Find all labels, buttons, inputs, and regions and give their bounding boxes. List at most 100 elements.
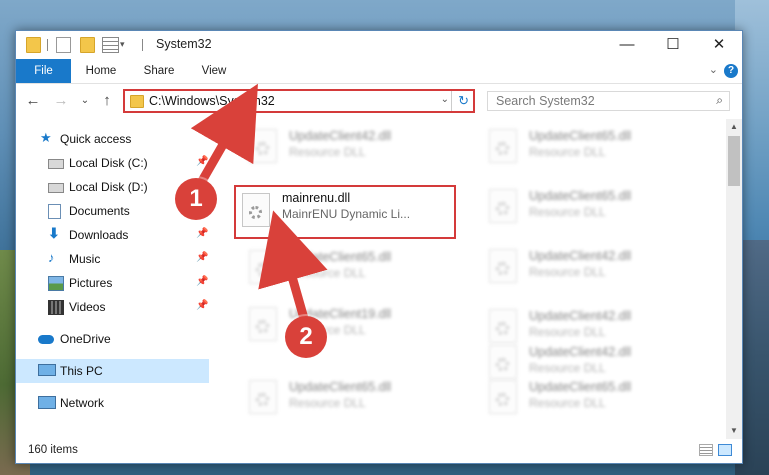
file-type: Resource DLL xyxy=(289,145,366,159)
folder-icon xyxy=(26,37,41,53)
sidebar-item-this-pc[interactable]: This PC xyxy=(16,359,209,383)
status-bar: 160 items xyxy=(16,439,742,463)
list-item[interactable]: UpdateClient42.dll Resource DLL xyxy=(479,243,699,291)
dll-file-icon xyxy=(489,189,517,223)
file-type: Resource DLL xyxy=(529,396,606,410)
file-name: UpdateClient65.dll xyxy=(289,380,392,394)
dll-file-icon xyxy=(242,193,270,227)
vertical-scrollbar[interactable]: ▲ ▼ xyxy=(726,119,742,439)
file-name: UpdateClient65.dll xyxy=(289,250,392,264)
details-view-icon[interactable] xyxy=(699,444,713,456)
list-item[interactable]: UpdateClient65.dll Resource DLL xyxy=(239,244,459,292)
minimize-button[interactable]: — xyxy=(604,31,650,59)
sidebar-item-downloads[interactable]: ⬇ Downloads 📌 xyxy=(16,223,209,247)
window-title: System32 xyxy=(156,37,212,51)
dll-file-icon xyxy=(249,129,277,163)
help-icon[interactable]: ? xyxy=(724,64,738,78)
sidebar-item-onedrive[interactable]: OneDrive xyxy=(16,327,209,351)
list-item[interactable]: UpdateClient65.dll Resource DLL xyxy=(479,183,699,231)
address-dropdown-icon[interactable]: ⌄ xyxy=(441,94,449,105)
navigation-bar: ← → ⌄ ↑ C:\Windows\System32 ⌄ ↻ Search S… xyxy=(16,84,742,118)
pin-icon[interactable]: 📌 xyxy=(196,276,208,287)
sidebar-item-label: Downloads xyxy=(69,228,129,242)
list-item[interactable]: UpdateClient42.dll Resource DLL xyxy=(239,123,459,171)
dll-file-icon xyxy=(249,307,277,341)
back-button[interactable]: ← xyxy=(24,92,42,110)
search-placeholder: Search System32 xyxy=(496,94,595,108)
sidebar-item-label: Music xyxy=(69,252,101,266)
new-folder-icon[interactable] xyxy=(80,37,95,53)
file-type: Resource DLL xyxy=(529,145,606,159)
file-name: UpdateClient42.dll xyxy=(529,309,632,323)
download-icon: ⬇ xyxy=(48,225,60,241)
search-input[interactable]: Search System32 ⌕ xyxy=(487,91,730,111)
file-explorer-window: ▾ System32 — ☐ ✕ File Home Share View ⌄ … xyxy=(15,30,743,464)
videos-icon xyxy=(48,300,64,315)
drive-icon xyxy=(48,183,64,193)
file-name: UpdateClient65.dll xyxy=(529,380,632,394)
scroll-down-icon[interactable]: ▼ xyxy=(726,423,742,439)
up-button[interactable]: ↑ xyxy=(98,92,116,110)
tab-file[interactable]: File xyxy=(16,59,71,83)
star-icon: ★ xyxy=(40,130,52,145)
file-name: mainrenu.dll xyxy=(282,191,351,205)
maximize-button[interactable]: ☐ xyxy=(650,31,696,59)
scrollbar-thumb[interactable] xyxy=(728,136,740,186)
sidebar-item-quick-access[interactable]: ★ Quick access xyxy=(16,127,209,151)
sidebar-item-label: Videos xyxy=(69,300,106,314)
file-list: UpdateClient42.dll Resource DLL mainrenu… xyxy=(211,119,726,439)
tab-view[interactable]: View xyxy=(192,59,236,83)
list-item[interactable]: UpdateClient65.dll Resource DLL xyxy=(239,374,459,422)
pin-icon[interactable]: 📌 xyxy=(196,252,208,263)
toolbar-dropdown-icon[interactable]: ▾ xyxy=(120,39,125,50)
sidebar-item-music[interactable]: ♪ Music 📌 xyxy=(16,247,209,271)
properties-icon[interactable] xyxy=(56,37,71,53)
large-icons-view-icon[interactable] xyxy=(718,444,732,456)
sidebar-item-videos[interactable]: Videos 📌 xyxy=(16,295,209,319)
pin-icon[interactable]: 📌 xyxy=(196,300,208,311)
item-count: 160 items xyxy=(28,444,78,456)
forward-button[interactable]: → xyxy=(52,92,70,110)
dll-file-icon xyxy=(489,129,517,163)
dll-file-icon xyxy=(489,309,517,343)
dll-file-icon xyxy=(249,250,277,284)
expand-ribbon-icon[interactable]: ⌄ xyxy=(709,63,718,76)
sidebar-item-pictures[interactable]: Pictures 📌 xyxy=(16,271,209,295)
close-button[interactable]: ✕ xyxy=(696,31,742,59)
search-icon[interactable]: ⌕ xyxy=(716,93,723,108)
refresh-icon[interactable]: ↻ xyxy=(458,93,469,109)
address-bar[interactable]: C:\Windows\System32 ⌄ ↻ xyxy=(123,89,475,113)
pin-icon[interactable]: 📌 xyxy=(196,156,208,167)
sidebar-item-label: Local Disk (C:) xyxy=(69,156,148,170)
file-type: Resource DLL xyxy=(529,325,606,339)
sidebar-item-label: This PC xyxy=(60,364,103,378)
customize-toolbar-icon[interactable] xyxy=(102,37,119,53)
file-type: Resource DLL xyxy=(289,266,366,280)
sidebar-item-local-disk-c[interactable]: Local Disk (C:) 📌 xyxy=(16,151,209,175)
address-separator xyxy=(451,91,452,111)
file-name: UpdateClient65.dll xyxy=(529,129,632,143)
sidebar-item-network[interactable]: Network xyxy=(16,391,209,415)
sidebar-item-label: Documents xyxy=(69,204,130,218)
list-item[interactable]: UpdateClient65.dll Resource DLL xyxy=(479,123,699,171)
title-bar: ▾ System32 — ☐ ✕ xyxy=(16,31,742,59)
list-item-mainrenu-dll[interactable]: mainrenu.dll MainrENU Dynamic Li... xyxy=(234,185,456,239)
step-2-badge: 2 xyxy=(285,316,327,358)
tab-share[interactable]: Share xyxy=(134,59,184,83)
list-item[interactable]: UpdateClient65.dll Resource DLL xyxy=(479,374,699,422)
sidebar-item-label: Quick access xyxy=(60,132,132,146)
file-type: Resource DLL xyxy=(289,396,366,410)
recent-locations-button[interactable]: ⌄ xyxy=(76,92,94,110)
file-name: UpdateClient42.dll xyxy=(529,345,632,359)
list-item[interactable]: UpdateClient19.dll Resource DLL xyxy=(239,301,459,349)
computer-icon xyxy=(38,364,56,376)
cloud-icon xyxy=(38,335,54,344)
scroll-up-icon[interactable]: ▲ xyxy=(726,119,742,135)
dll-file-icon xyxy=(249,380,277,414)
pin-icon[interactable]: 📌 xyxy=(196,228,208,239)
sidebar-item-label: OneDrive xyxy=(60,332,111,346)
dll-file-icon xyxy=(489,249,517,283)
address-path[interactable]: C:\Windows\System32 xyxy=(149,94,275,108)
tab-home[interactable]: Home xyxy=(76,59,126,83)
toolbar-separator xyxy=(47,39,48,51)
